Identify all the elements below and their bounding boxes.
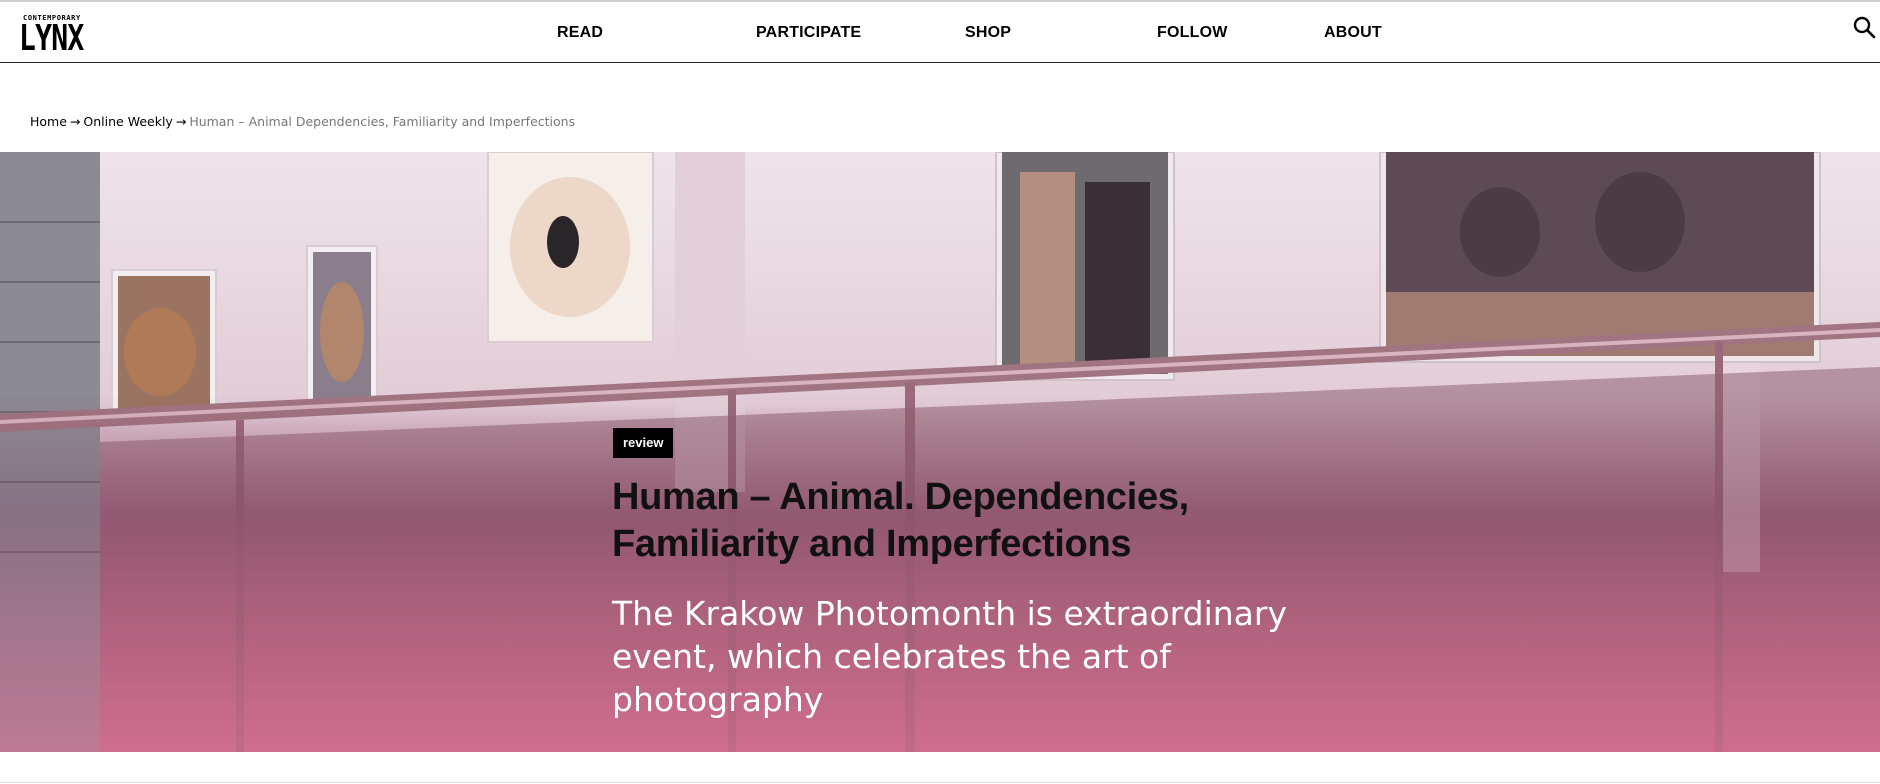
- logo-big-text: LYNX: [19, 18, 84, 59]
- breadcrumb-separator: →: [175, 114, 187, 129]
- breadcrumb: Home → Online Weekly → Human – Animal Depend…: [30, 115, 575, 129]
- top-nav: CONTEMPORARY LYNX READ PARTICIPATE SHOP …: [0, 0, 1880, 63]
- category-tag[interactable]: review: [613, 428, 674, 458]
- nav-item-shop[interactable]: SHOP: [965, 24, 1011, 42]
- nav-item-read[interactable]: READ: [557, 24, 603, 42]
- article-title: Human – Animal. Dependencies, Familiarit…: [612, 476, 1189, 565]
- breadcrumb-separator: →: [69, 114, 81, 129]
- nav-item-follow[interactable]: FOLLOW: [1157, 24, 1228, 42]
- article-subtitle: The Krakow Photomonth is extraordinary e…: [612, 594, 1287, 719]
- breadcrumb-home[interactable]: Home: [30, 114, 67, 129]
- hero-banner: review Human – Animal. Dependencies, Fam…: [0, 152, 1880, 752]
- nav-item-about[interactable]: ABOUT: [1324, 24, 1382, 42]
- divider: [0, 782, 1880, 783]
- breadcrumb-current: Human – Animal Dependencies, Familiarity…: [189, 114, 576, 129]
- site-logo[interactable]: CONTEMPORARY LYNX: [19, 14, 84, 59]
- breadcrumb-online-weekly[interactable]: Online Weekly: [83, 114, 172, 129]
- nav-item-participate[interactable]: PARTICIPATE: [756, 24, 861, 42]
- search-icon[interactable]: [1852, 15, 1876, 39]
